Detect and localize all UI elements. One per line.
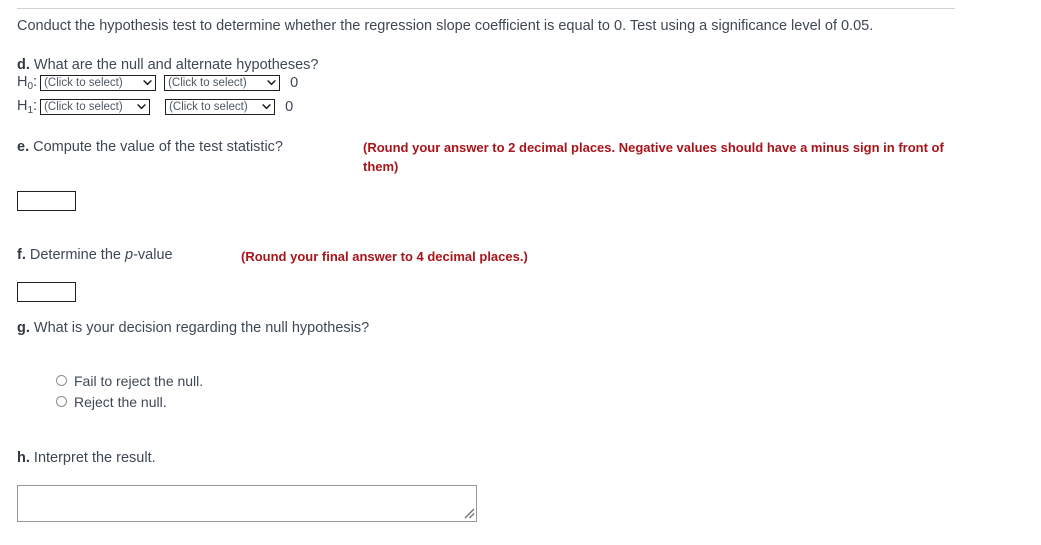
null-hypothesis-select-right[interactable]: (Click to select) [164,75,281,91]
chevron-down-icon [267,78,276,87]
hypothesis-subscript: 0 [27,81,34,92]
alternate-hypothesis-value: 0 [285,99,294,115]
intro-text: Conduct the hypothesis test to determine… [17,18,874,34]
alternate-hypothesis-select-left[interactable]: (Click to select) [40,99,151,115]
part-g-label: g. [17,320,30,336]
alternate-hypothesis-symbol: H1: [17,97,37,117]
alternate-hypothesis-select-right-value: (Click to select) [169,101,248,113]
alternate-hypothesis-select-right[interactable]: (Click to select) [165,99,276,115]
test-statistic-input[interactable] [17,191,76,211]
hypothesis-colon: : [33,98,38,114]
part-g-question-text: What is your decision regarding the null… [33,320,370,336]
chevron-down-icon [143,78,152,87]
part-h-question: h. Interpret the result. [17,449,156,467]
part-f-question-text-pre: Determine the [29,247,125,263]
part-d-label: d. [17,57,30,73]
hypothesis-colon: : [33,74,38,90]
chevron-down-icon [262,102,271,111]
radio-option-label: Fail to reject the null. [74,372,204,389]
part-f-question: f. Determine the p-value [17,246,173,264]
part-h-question-text: Interpret the result. [33,450,156,466]
part-e-question: e. Compute the value of the test statist… [17,138,283,156]
radio-button-icon[interactable] [56,396,67,407]
null-hypothesis-symbol: H0: [17,73,37,93]
part-f-hint: (Round your final answer to 4 decimal pl… [241,249,528,264]
null-hypothesis-value: 0 [290,75,299,91]
hypothesis-letter: H [17,98,28,114]
null-hypothesis-select-right-value: (Click to select) [168,77,247,89]
null-hypothesis-row: H0: (Click to select) (Click to select) … [17,73,298,93]
part-d-question: d. What are the null and alternate hypot… [17,56,318,74]
part-h-label: h. [17,450,30,466]
interpretation-textarea[interactable] [17,485,477,522]
radio-option-fail-to-reject[interactable]: Fail to reject the null. [56,370,203,391]
part-f-question-italic: p [125,247,134,263]
chevron-down-icon [137,102,146,111]
decision-radio-group: Fail to reject the null. Reject the null… [56,370,203,412]
p-value-input[interactable] [17,282,76,302]
null-hypothesis-select-left-value: (Click to select) [44,77,123,89]
part-f-question-text-post: -value [133,247,173,263]
hypothesis-subscript: 1 [27,105,34,116]
radio-option-reject[interactable]: Reject the null. [56,391,203,412]
alternate-hypothesis-select-left-value: (Click to select) [44,101,123,113]
null-hypothesis-select-left[interactable]: (Click to select) [40,75,157,91]
alternate-hypothesis-row: H1: (Click to select) (Click to select) … [17,97,293,117]
radio-button-icon[interactable] [56,375,67,386]
hypothesis-letter: H [17,74,28,90]
part-e-question-text: Compute the value of the test statistic? [33,139,283,155]
part-g-question: g. What is your decision regarding the n… [17,319,369,337]
part-f-label: f. [17,247,26,263]
part-d-question-text: What are the null and alternate hypothes… [33,57,319,73]
part-e-hint: (Round your answer to 2 decimal places. … [363,140,944,174]
top-divider [17,8,955,9]
radio-option-label: Reject the null. [74,393,167,410]
part-e-label: e. [17,139,30,155]
